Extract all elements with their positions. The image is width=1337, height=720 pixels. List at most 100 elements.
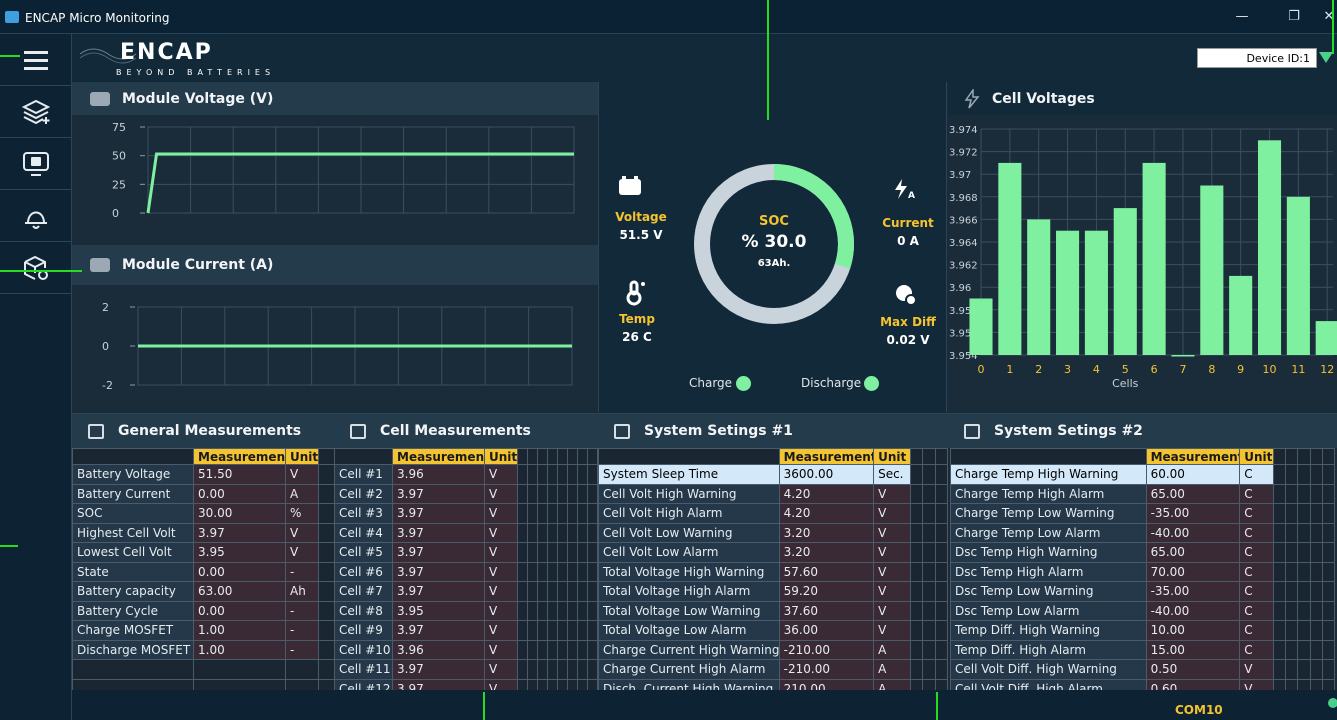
- table-row[interactable]: Battery Current 0.00 A: [72, 483, 335, 504]
- table-cell: [1321, 503, 1336, 524]
- table-cell: [1309, 600, 1323, 621]
- table-row[interactable]: Discharge MOSFET 1.00-: [72, 639, 335, 660]
- cell-measurements-header: Cell Measurements: [334, 413, 598, 448]
- table-row[interactable]: Total Voltage High Alarm 59.20 V: [598, 581, 949, 602]
- table-row[interactable]: Cell Volt Low Alarm 3.20 V: [598, 542, 949, 563]
- row-unit: V: [484, 600, 518, 621]
- table-row[interactable]: Highest Cell Volt 3.97 V: [72, 522, 335, 543]
- table-cell: [1309, 659, 1323, 680]
- table-row[interactable]: System Sleep Time 3600.00 Sec.: [598, 464, 949, 485]
- table-cell: [934, 639, 949, 660]
- table-row[interactable]: Cell #2 3.97 V: [334, 483, 598, 504]
- menu-button[interactable]: [0, 34, 72, 86]
- table-cell: [517, 639, 528, 660]
- table-row[interactable]: Cell Volt Diff. High Warning 0.50 V: [950, 659, 1336, 680]
- row-unit: -: [285, 561, 319, 582]
- row-unit: C: [1239, 561, 1274, 582]
- table-row[interactable]: Charge Current High Warning -210.00 A: [598, 639, 949, 660]
- title-bar: ENCAP Micro Monitoring — ❐ ✕: [0, 0, 1337, 34]
- row-unit: C: [1239, 581, 1274, 602]
- table-row[interactable]: Dsc Temp Low Warning -35.00 C: [950, 581, 1336, 602]
- table-cell: [318, 639, 335, 660]
- row-unit: V: [484, 522, 518, 543]
- table-row[interactable]: Cell #9 3.97 V: [334, 620, 598, 641]
- table-cell: [537, 659, 548, 680]
- table-cell: [910, 561, 924, 582]
- cube-gear-icon: [24, 255, 48, 280]
- table-row[interactable]: Total Voltage Low Warning 37.60 V: [598, 600, 949, 621]
- table-row[interactable]: Dsc Temp Low Alarm -40.00 C: [950, 600, 1336, 621]
- table-row[interactable]: Battery Voltage 51.50 V: [72, 464, 335, 485]
- table-cell: [1285, 522, 1299, 543]
- layers-button[interactable]: [0, 86, 72, 138]
- restore-button[interactable]: ❐: [1283, 9, 1305, 24]
- minimize-button[interactable]: —: [1231, 9, 1253, 24]
- table-row[interactable]: Cell #8 3.95 V: [334, 600, 598, 621]
- device-id-select[interactable]: Device ID:1: [1197, 48, 1317, 68]
- table-cell: [587, 464, 598, 485]
- annotation-line: [483, 692, 485, 720]
- row-unit: V: [484, 542, 518, 563]
- table-row[interactable]: Dsc Temp High Alarm 70.00 C: [950, 561, 1336, 582]
- table-row[interactable]: Lowest Cell Volt 3.95 V: [72, 542, 335, 563]
- charge-label: Charge: [689, 376, 733, 390]
- table-row[interactable]: Charge Temp High Alarm 65.00 C: [950, 483, 1336, 504]
- table-row[interactable]: Cell #11 3.97 V: [334, 659, 598, 680]
- table-row[interactable]: Charge Current High Alarm -210.00 A: [598, 659, 949, 680]
- monitor-button[interactable]: [0, 138, 72, 190]
- table-row[interactable]: Cell #3 3.97 V: [334, 503, 598, 524]
- sidebar: [0, 34, 72, 720]
- alarms-button[interactable]: [0, 190, 72, 242]
- y-tick-label: 75: [112, 121, 126, 134]
- table-row[interactable]: Total Voltage High Warning 57.60 V: [598, 561, 949, 582]
- table-cell: [318, 483, 335, 504]
- table-row[interactable]: Charge Temp Low Alarm -40.00 C: [950, 522, 1336, 543]
- unit-column-header: Unit: [1239, 448, 1274, 465]
- row-measurement: 1.00: [193, 620, 286, 641]
- table-row[interactable]: Cell #1 3.96 V: [334, 464, 598, 485]
- discharge-label: Discharge: [801, 376, 862, 390]
- table-row[interactable]: Total Voltage Low Alarm 36.00 V: [598, 620, 949, 641]
- table-row[interactable]: Battery Cycle 0.00-: [72, 600, 335, 621]
- table-cell: [910, 542, 924, 563]
- table-row[interactable]: Charge Temp High Warning 60.00 C: [950, 464, 1336, 485]
- settings-button[interactable]: [0, 242, 72, 294]
- table-row[interactable]: Cell #10 3.96 V: [334, 639, 598, 660]
- table-row[interactable]: SOC 30.00%: [72, 503, 335, 524]
- table-row[interactable]: Cell Volt Low Warning 3.20 V: [598, 522, 949, 543]
- x-tick-label: 12: [1320, 363, 1334, 376]
- chevron-down-icon[interactable]: [1319, 52, 1333, 63]
- table-row[interactable]: [72, 659, 335, 680]
- table-row[interactable]: Temp Diff. High Alarm 15.00 C: [950, 639, 1336, 660]
- table-cell: [527, 542, 538, 563]
- table-row[interactable]: Charge MOSFET 1.00-: [72, 620, 335, 641]
- table-row[interactable]: State 0.00-: [72, 561, 335, 582]
- table-cell: [517, 581, 528, 602]
- table-cell: [567, 561, 578, 582]
- table-cell: [517, 503, 528, 524]
- table-row[interactable]: Cell #7 3.97 V: [334, 581, 598, 602]
- table-cell: [922, 639, 936, 660]
- table-row[interactable]: Temp Diff. High Warning 10.00 C: [950, 620, 1336, 641]
- max-diff-label: Max Diff: [880, 315, 936, 329]
- row-unit: V: [285, 522, 319, 543]
- table-row[interactable]: Cell Volt High Alarm 4.20 V: [598, 503, 949, 524]
- bar: [969, 298, 993, 355]
- module-current-plot: 2 0 -2: [102, 301, 573, 392]
- temp-label: Temp: [619, 312, 655, 326]
- table-cell: [587, 483, 598, 504]
- row-unit: V: [873, 483, 912, 504]
- table-row[interactable]: Dsc Temp High Warning 65.00 C: [950, 542, 1336, 563]
- table-row[interactable]: Charge Temp Low Warning -35.00 C: [950, 503, 1336, 524]
- table-icon: [964, 423, 980, 439]
- table-row[interactable]: Cell #5 3.97 V: [334, 542, 598, 563]
- row-measurement: 3.20: [778, 542, 875, 563]
- table-row[interactable]: Cell #6 3.97 V: [334, 561, 598, 582]
- table-row[interactable]: Battery capacity 63.00 Ah: [72, 581, 335, 602]
- table-cell: [557, 600, 568, 621]
- close-button[interactable]: ✕: [1318, 9, 1337, 24]
- table-row[interactable]: Cell Volt High Warning 4.20 V: [598, 483, 949, 504]
- table-row[interactable]: Cell #4 3.97 V: [334, 522, 598, 543]
- row-unit: V: [484, 503, 518, 524]
- cell-voltages-title: Cell Voltages: [992, 90, 1095, 107]
